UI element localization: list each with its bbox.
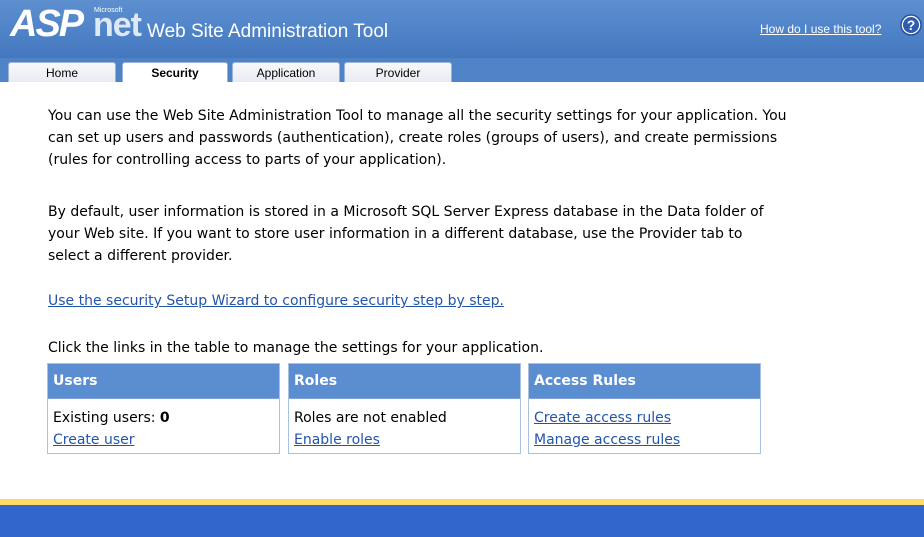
existing-users-count: 0	[159, 410, 170, 426]
help-link[interactable]: How do I use this tool?	[760, 22, 881, 36]
svg-text:?: ?	[907, 17, 916, 33]
tab-bar: Home Security Application Provider	[0, 58, 924, 82]
roles-panel: Roles Roles are not enabled Enable roles	[288, 363, 521, 454]
existing-users-row: Existing users: 0	[53, 407, 274, 429]
tab-security[interactable]: Security	[122, 62, 228, 82]
users-panel: Users Existing users: 0 Create user	[47, 363, 280, 454]
page-title: Web Site Administration Tool	[147, 21, 389, 42]
access-rules-panel: Access Rules Create access rules Manage …	[528, 363, 761, 454]
table-intro-text: Click the links in the table to manage t…	[48, 340, 544, 356]
roles-status: Roles are not enabled	[294, 410, 447, 426]
security-wizard-link[interactable]: Use the security Setup Wizard to configu…	[48, 290, 504, 312]
users-panel-header: Users	[48, 364, 279, 399]
storage-paragraph: By default, user information is stored i…	[48, 204, 764, 264]
logo-asp-text: ASP	[10, 3, 84, 45]
create-user-link[interactable]: Create user	[53, 432, 135, 448]
create-access-rules-link[interactable]: Create access rules	[534, 410, 671, 426]
roles-panel-header: Roles	[289, 364, 520, 399]
tab-application[interactable]: Application	[232, 62, 340, 82]
tab-home[interactable]: Home	[8, 62, 116, 82]
intro-paragraph: You can use the Web Site Administration …	[48, 108, 787, 168]
app-header: ASP Microsoft net Web Site Administratio…	[0, 0, 924, 58]
existing-users-label: Existing users:	[53, 410, 156, 426]
footer-bar	[0, 505, 924, 537]
question-mark-icon[interactable]: ?	[900, 14, 922, 36]
enable-roles-link[interactable]: Enable roles	[294, 432, 380, 448]
logo-net-text: net	[93, 6, 142, 44]
tab-provider[interactable]: Provider	[344, 62, 452, 82]
access-rules-panel-header: Access Rules	[529, 364, 760, 399]
manage-access-rules-link[interactable]: Manage access rules	[534, 432, 680, 448]
